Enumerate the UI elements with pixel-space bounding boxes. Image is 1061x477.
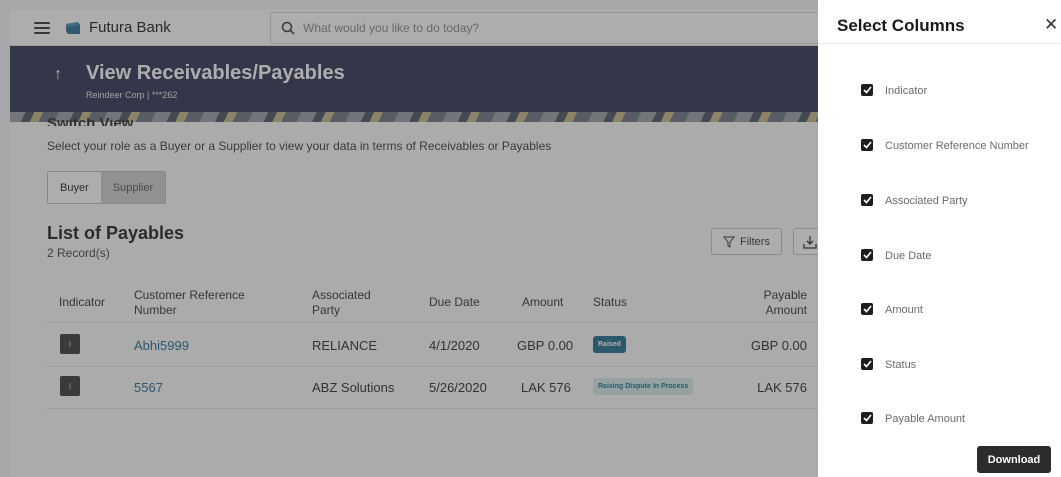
- check-icon: [862, 414, 872, 422]
- column-label-customer-ref: Customer Reference Number: [885, 140, 1029, 152]
- checkbox-due-date[interactable]: [861, 249, 873, 261]
- column-label-payable-amount: Payable Amount: [885, 413, 966, 425]
- check-icon: [862, 86, 872, 94]
- check-icon: [862, 305, 872, 313]
- checkbox-status[interactable]: [861, 358, 873, 370]
- check-icon: [862, 141, 872, 149]
- modal-overlay[interactable]: [0, 0, 818, 477]
- select-columns-panel: Select Columns ✕ Indicator Customer Refe…: [818, 0, 1061, 477]
- check-icon: [862, 196, 872, 204]
- check-icon: [862, 251, 872, 259]
- checkbox-indicator[interactable]: [861, 84, 873, 96]
- column-label-indicator: Indicator: [885, 85, 928, 97]
- download-button[interactable]: Download: [977, 446, 1051, 473]
- column-label-associated-party: Associated Party: [885, 195, 968, 207]
- close-icon[interactable]: ✕: [1044, 16, 1058, 33]
- column-label-status: Status: [885, 359, 917, 371]
- panel-divider: [818, 43, 1061, 44]
- column-label-due-date: Due Date: [885, 250, 932, 262]
- checkbox-payable-amount[interactable]: [861, 412, 873, 424]
- check-icon: [862, 360, 872, 368]
- checkbox-associated-party[interactable]: [861, 194, 873, 206]
- checkbox-amount[interactable]: [861, 303, 873, 315]
- checkbox-customer-ref[interactable]: [861, 139, 873, 151]
- column-label-amount: Amount: [885, 304, 923, 316]
- panel-title: Select Columns: [837, 16, 965, 35]
